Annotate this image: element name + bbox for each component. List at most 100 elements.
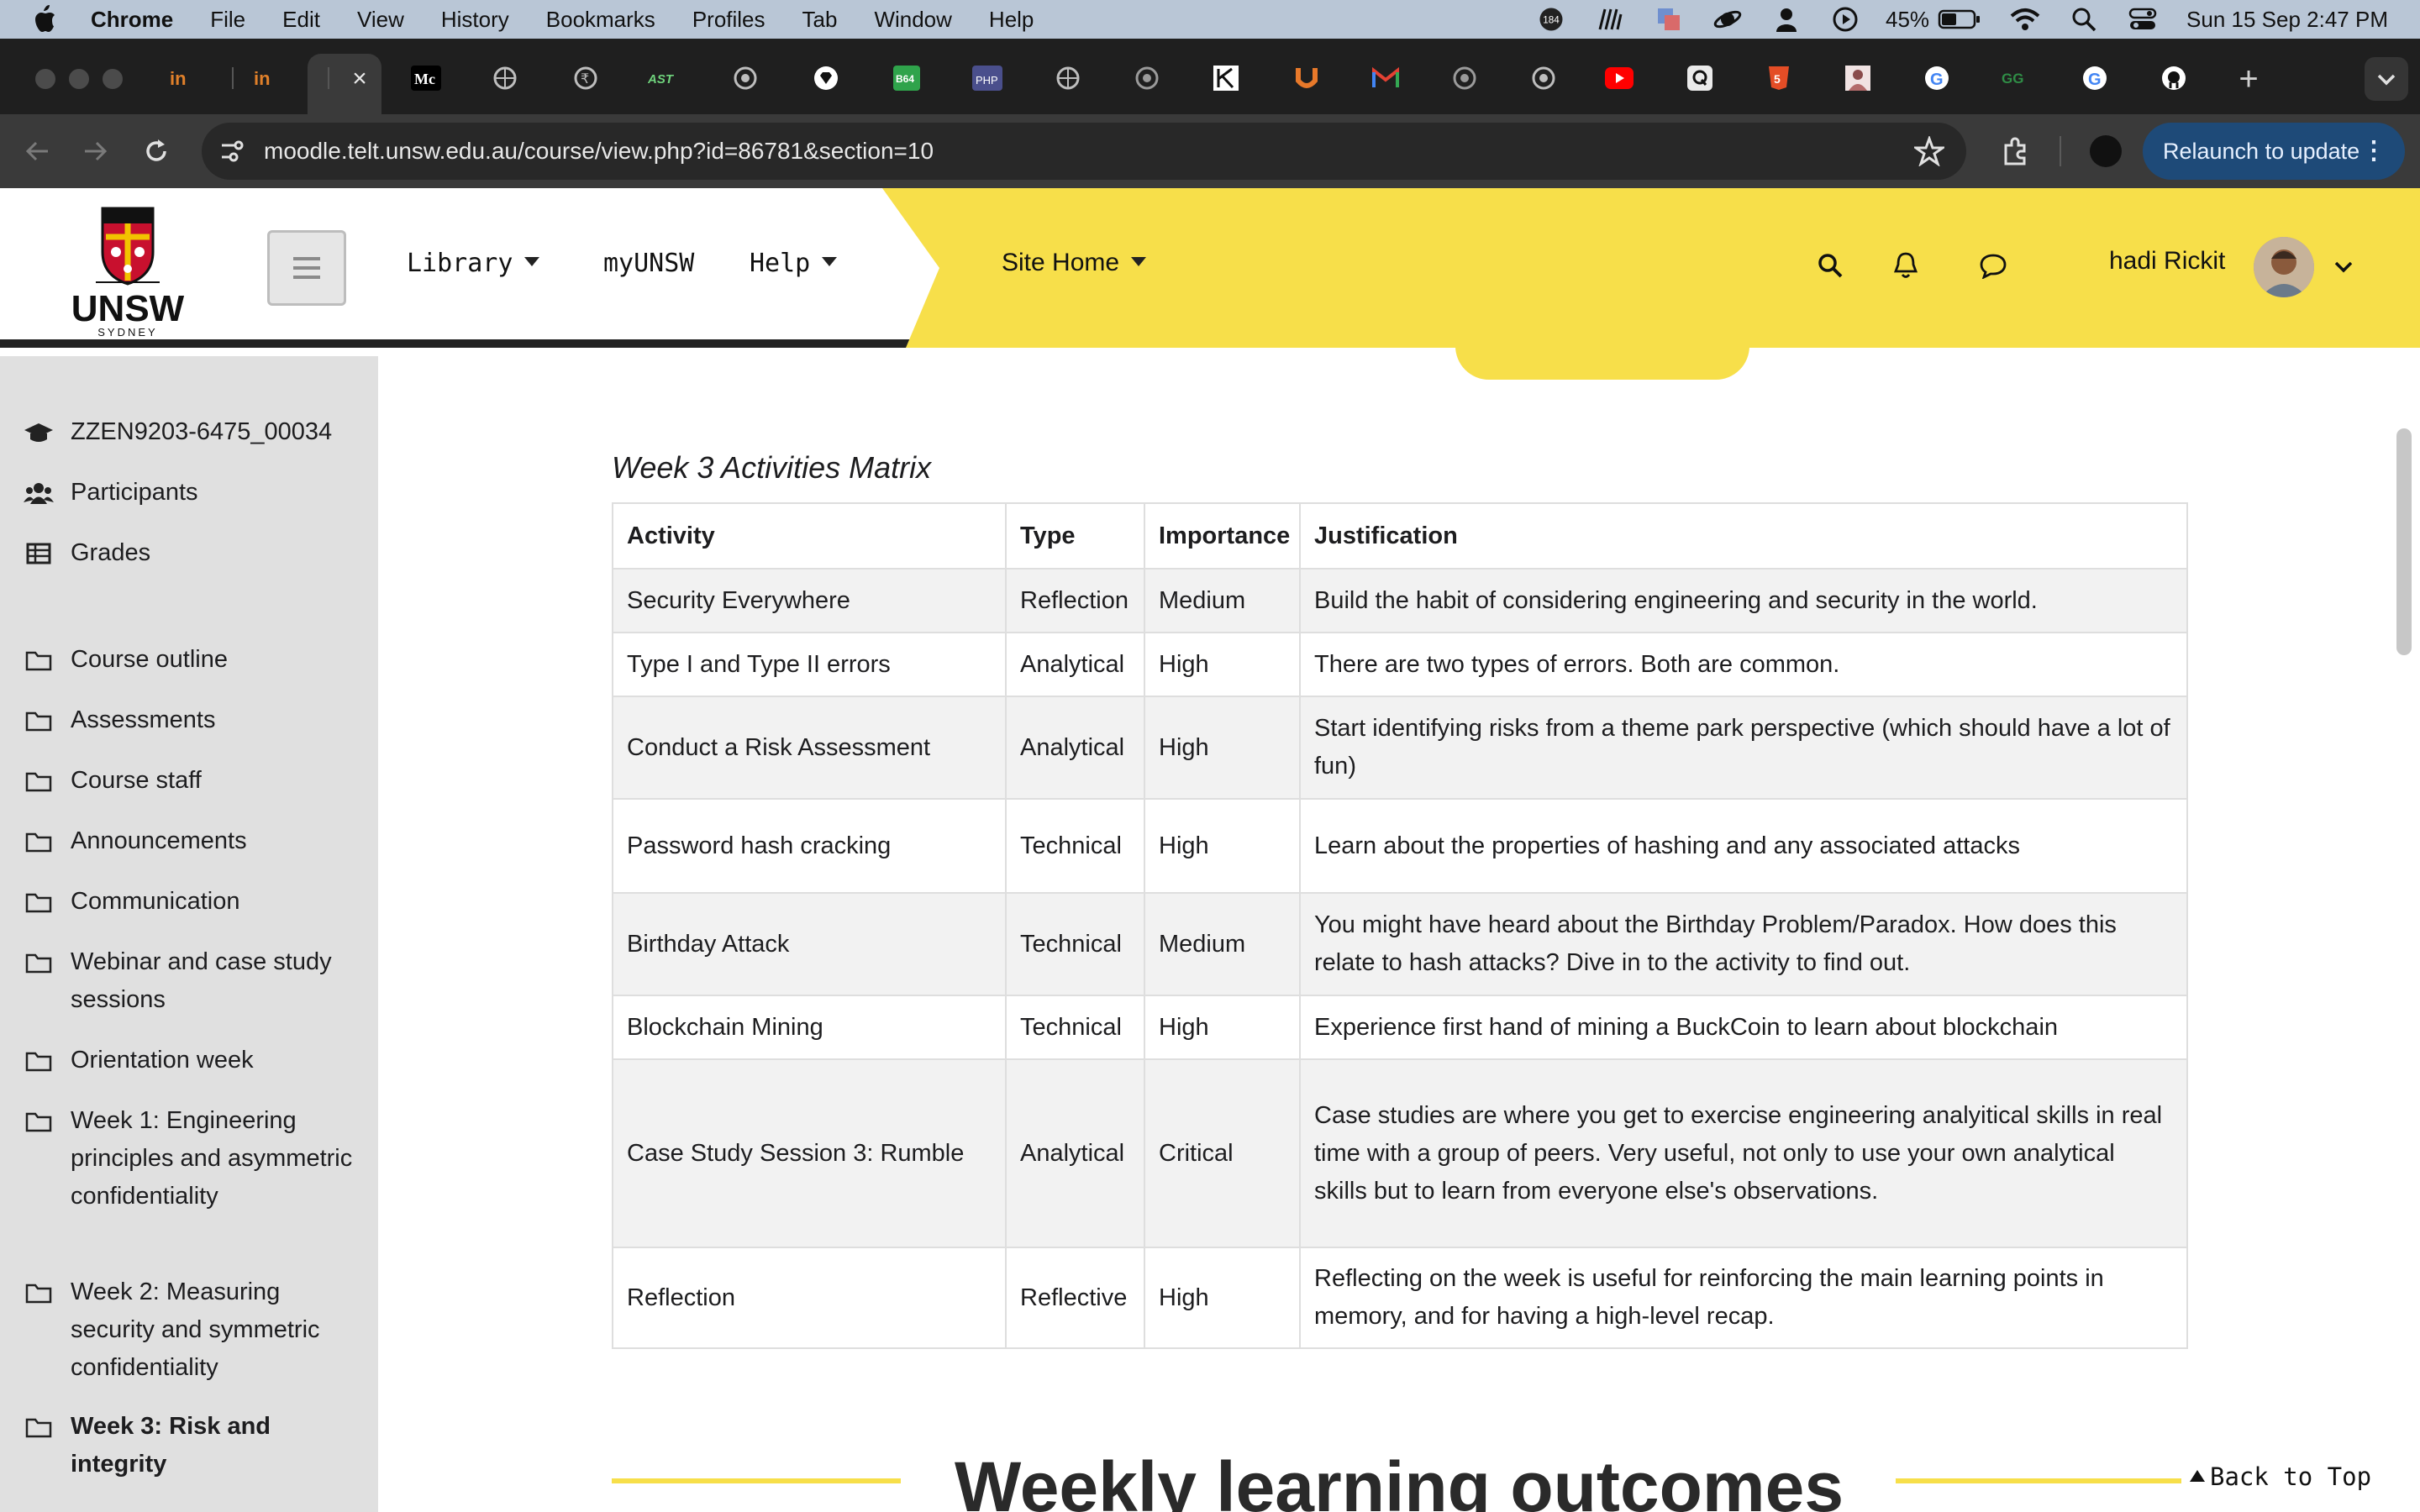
address-bar[interactable]: moodle.telt.unsw.edu.au/course/view.php?…: [202, 123, 1966, 180]
notifications-bell-icon[interactable]: [1889, 249, 1923, 282]
tab-favicon-medium-icon[interactable]: Mc: [408, 62, 444, 94]
close-tab-icon[interactable]: ×: [345, 64, 375, 94]
stats-icon[interactable]: [1595, 6, 1625, 33]
tab-favicon-php-icon[interactable]: PHP: [970, 62, 1005, 94]
nav-myunsw[interactable]: myUNSW: [603, 249, 694, 278]
menu-tab[interactable]: Tab: [802, 7, 838, 33]
menu-edit[interactable]: Edit: [282, 7, 320, 33]
page-scrollbar-thumb[interactable]: [2396, 428, 2412, 655]
drawer-section-week-1[interactable]: Week 1: Engineering principles and asymm…: [24, 1102, 356, 1215]
tab-favicon-b64-icon[interactable]: B64: [889, 62, 924, 94]
bookmark-star-icon[interactable]: [1914, 136, 1944, 166]
address-url[interactable]: moodle.telt.unsw.edu.au/course/view.php?…: [264, 123, 934, 180]
spotlight-search-icon[interactable]: [2069, 6, 2099, 33]
drawer-toggle-button[interactable]: [267, 230, 346, 306]
tab-favicon-youtube-icon[interactable]: [1602, 62, 1637, 94]
drawer-section-webinar[interactable]: Webinar and case study sessions: [24, 943, 356, 1019]
tab-search-button[interactable]: [2365, 57, 2408, 101]
drawer-section-assessments[interactable]: Assessments: [24, 701, 356, 739]
reload-icon[interactable]: [138, 133, 175, 170]
menu-view[interactable]: View: [357, 7, 404, 33]
cell-justification: There are two types of errors. Both are …: [1299, 632, 2188, 697]
control-center-icon[interactable]: [2128, 6, 2158, 33]
back-to-top-button[interactable]: Back to Top: [2181, 1458, 2382, 1495]
new-tab-button[interactable]: +: [2230, 60, 2267, 97]
user-avatar[interactable]: [2254, 237, 2314, 297]
drawer-item-participants[interactable]: Participants: [24, 474, 356, 512]
menu-help[interactable]: Help: [989, 7, 1034, 33]
play-circle-icon[interactable]: [1830, 6, 1860, 33]
drawer-section-course-outline[interactable]: Course outline: [24, 641, 356, 679]
table-row: Case Study Session 3: Rumble Analytical …: [612, 1058, 2188, 1248]
relaunch-label: Relaunch to update: [2163, 139, 2360, 164]
tab-favicon-html5-icon[interactable]: 5: [1761, 62, 1797, 94]
back-arrow-icon[interactable]: [18, 133, 55, 170]
notification-count-icon[interactable]: 184: [1536, 6, 1566, 33]
tab-favicon-gfg-icon[interactable]: GG: [1998, 62, 2033, 94]
menu-profiles[interactable]: Profiles: [692, 7, 765, 33]
tab-favicon-in-icon[interactable]: in: [249, 62, 284, 94]
site-settings-icon[interactable]: [218, 138, 245, 165]
tab-favicon-google-icon[interactable]: G: [1919, 62, 1954, 94]
tab-favicon-rupee-globe-icon[interactable]: ₹: [568, 62, 603, 94]
window-minimize-button[interactable]: [69, 69, 89, 89]
table-header-row: Activity Type Importance Justification: [612, 502, 2188, 570]
tab-favicon-github-icon[interactable]: [2156, 62, 2191, 94]
drawer-section-communication[interactable]: Communication: [24, 883, 356, 921]
screenshot-tool-icon[interactable]: [1654, 6, 1684, 33]
unsw-logo[interactable]: UNSW SYDNEY: [67, 203, 188, 338]
menu-app-name[interactable]: Chrome: [91, 7, 173, 33]
tab-favicon-u-logo-icon[interactable]: [1289, 62, 1324, 94]
drawer-item-course-home[interactable]: ZZEN9203-6475_00034: [24, 413, 356, 451]
column-header-importance: Importance: [1144, 502, 1301, 570]
window-close-button[interactable]: [35, 69, 55, 89]
drawer-section-announcements[interactable]: Announcements: [24, 822, 356, 860]
menu-bookmarks[interactable]: Bookmarks: [546, 7, 655, 33]
drawer-section-week-2[interactable]: Week 2: Measuring security and symmetric…: [24, 1273, 356, 1387]
extensions-puzzle-icon[interactable]: [1996, 133, 2033, 170]
svg-text:B64: B64: [896, 73, 914, 85]
user-account-icon[interactable]: [1771, 6, 1802, 33]
user-name[interactable]: hadi Rickit: [2109, 247, 2225, 276]
nav-help[interactable]: Help: [750, 249, 838, 278]
tab-favicon-target-icon[interactable]: [1447, 62, 1482, 94]
tab-favicon-globe-icon[interactable]: [1050, 62, 1086, 94]
tab-favicon-target-icon[interactable]: [1526, 62, 1561, 94]
section-tab-pill[interactable]: [1455, 339, 1749, 380]
drawer-section-week-3[interactable]: Week 3: Risk and integrity: [24, 1408, 356, 1483]
drawer-section-orientation-week[interactable]: Orientation week: [24, 1042, 356, 1079]
relaunch-update-button[interactable]: Relaunch to update ⋮: [2143, 123, 2405, 180]
apple-menu-icon[interactable]: [30, 4, 69, 34]
planet-icon[interactable]: [1712, 6, 1743, 33]
forward-arrow-icon[interactable]: [77, 133, 114, 170]
battery-icon[interactable]: [1938, 6, 1981, 33]
menu-file[interactable]: File: [210, 7, 245, 33]
tab-favicon-target-icon[interactable]: [728, 62, 763, 94]
nav-library[interactable]: Library: [407, 249, 540, 278]
svg-text:GG: GG: [2002, 71, 2023, 87]
tab-favicon-google-icon[interactable]: G: [2077, 62, 2112, 94]
menu-history[interactable]: History: [441, 7, 509, 33]
chrome-menu-icon[interactable]: ⋮: [2361, 123, 2386, 180]
menu-window[interactable]: Window: [874, 7, 951, 33]
site-home-menu[interactable]: Site Home: [1002, 249, 1147, 277]
drawer-section-course-staff[interactable]: Course staff: [24, 762, 356, 800]
drawer-item-grades[interactable]: Grades: [24, 534, 356, 572]
profile-avatar-icon[interactable]: [2087, 133, 2124, 170]
tab-favicon-photo-icon[interactable]: [1840, 62, 1876, 94]
tab-favicon-k-logo-icon[interactable]: [1208, 62, 1244, 94]
tab-favicon-target-icon[interactable]: [1129, 62, 1165, 94]
search-icon[interactable]: [1813, 249, 1847, 282]
user-menu-chevron-icon[interactable]: [2333, 259, 2354, 276]
messages-chat-icon[interactable]: [1976, 249, 2010, 282]
cell-activity: Conduct a Risk Assessment: [612, 696, 1007, 800]
tab-favicon-ast-icon[interactable]: AST: [647, 62, 682, 94]
tab-favicon-q-logo-icon[interactable]: [1682, 62, 1718, 94]
tab-favicon-globe-icon[interactable]: [487, 62, 523, 94]
wifi-icon[interactable]: [2010, 6, 2040, 33]
window-zoom-button[interactable]: [103, 69, 123, 89]
tab-favicon-in-icon[interactable]: in: [165, 62, 200, 94]
table-row: Blockchain Mining Technical High Experie…: [612, 995, 2188, 1060]
tab-favicon-gmail-icon[interactable]: [1368, 62, 1403, 94]
tab-favicon-diamond-icon[interactable]: [808, 62, 844, 94]
